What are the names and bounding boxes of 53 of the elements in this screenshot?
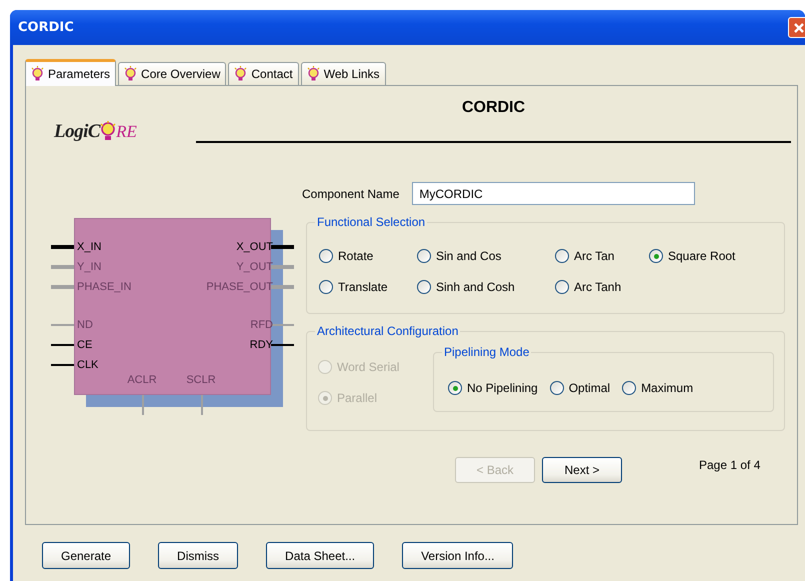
dialog-button[interactable]: Data Sheet... [266,542,374,569]
pin-line [271,344,294,346]
port-label: CLK [77,358,98,372]
port-label: RDY [250,338,273,352]
dialog-button[interactable]: Dismiss [158,542,238,569]
page-title: CORDIC [462,99,526,117]
pin-line [51,364,74,366]
port-label: X_OUT [236,240,273,254]
field-label: Component Name [302,186,400,200]
radio-button[interactable]: Sin and Cos [417,249,555,263]
pin-line [271,324,294,326]
pin-line [51,324,74,326]
group-title: Pipelining Mode [442,345,532,360]
pin-line [142,395,144,415]
pin-line [201,395,203,415]
dialog-button[interactable]: Generate [42,542,130,569]
lightbulb-icon [234,66,248,82]
port-label: PHASE_IN [77,280,132,294]
component-name-field[interactable]: MyCORDIC [412,182,696,205]
tab[interactable]: Contact [228,62,299,85]
port-label: X_IN [77,240,102,254]
port-label: ACLR [126,373,158,387]
dialog-button[interactable]: Version Info... [402,542,514,569]
port-label: Y_OUT [236,260,273,274]
radio-button[interactable]: No Pipelining [448,381,538,395]
port-label: Y_IN [77,260,102,274]
port-label: SCLR [185,373,217,387]
tab[interactable]: Core Overview [118,62,226,85]
radio-button[interactable]: Square Root [649,249,759,263]
port-label: PHASE_OUT [206,280,273,294]
radio-button[interactable]: Maximum [622,381,694,395]
radio-button[interactable]: Sinh and Cosh [417,280,555,294]
pin-line [51,344,74,346]
tab[interactable]: Web Links [300,62,386,85]
close-button[interactable] [788,17,805,38]
radio-button[interactable]: Arc Tanh [555,280,649,294]
page-indicator: Page 1 of 4 [699,458,760,472]
radio-button[interactable]: Translate [319,280,417,294]
radio-button[interactable]: Optimal [550,381,610,395]
port-label: RFD [250,318,273,332]
lightbulb-icon [306,66,320,82]
window-title: CORDIC [18,20,74,35]
radio-button[interactable]: Rotate [319,249,417,263]
radio-button[interactable]: Arc Tan [555,249,649,263]
lightbulb-icon [124,66,138,82]
group-title: Architectural Configuration [315,324,460,339]
port-label: ND [77,318,93,332]
lightbulb-icon [31,66,44,82]
close-icon [792,20,805,34]
tab[interactable]: Parameters [25,59,116,86]
port-label: CE [77,338,92,352]
logo: LogiC RE [54,121,138,143]
next-button[interactable]: Next > [542,457,622,483]
